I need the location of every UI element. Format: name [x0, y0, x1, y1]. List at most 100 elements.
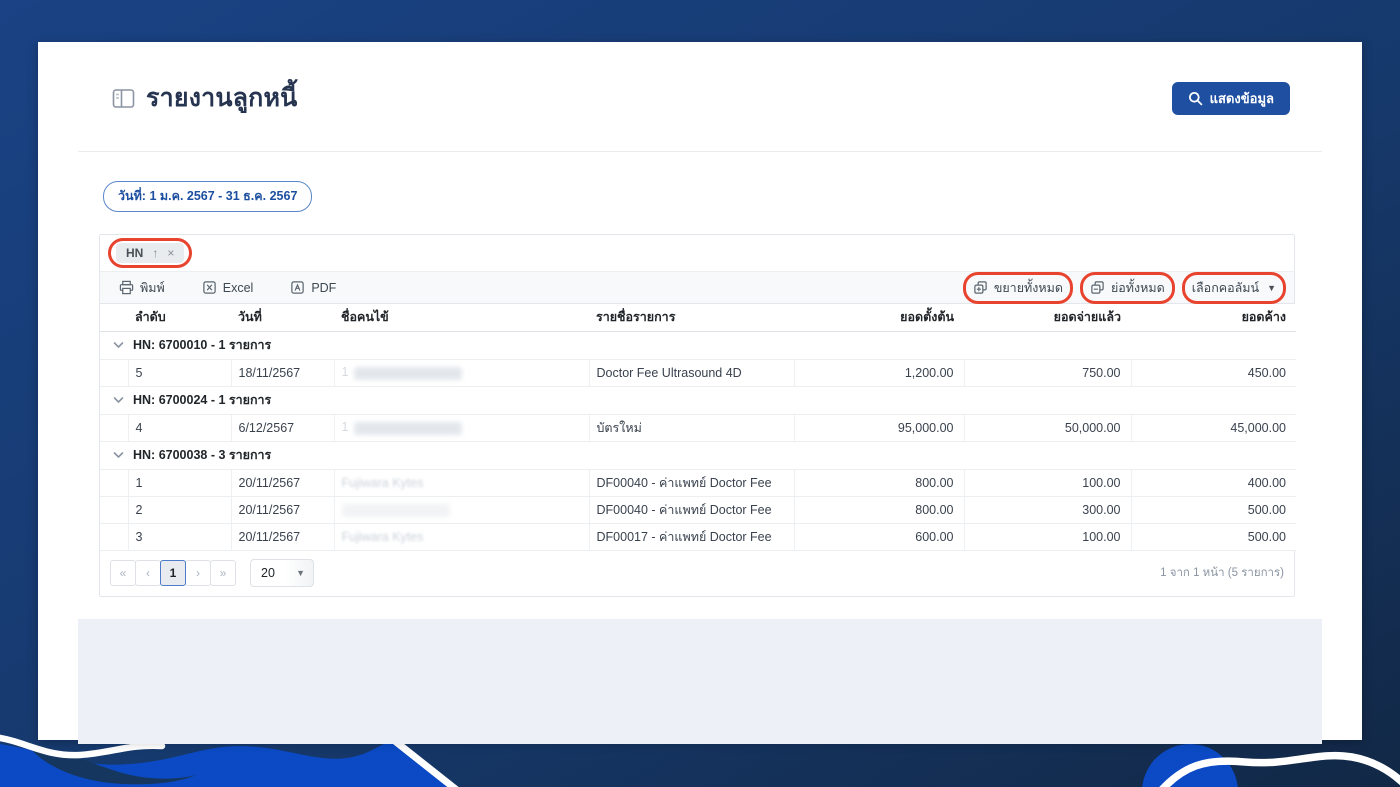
expand-all-button[interactable]: ขยายทั้งหมด [966, 275, 1070, 301]
page-size-select[interactable]: 20 ▼ [250, 559, 314, 587]
seq-cell: 4 [128, 414, 231, 441]
expander-cell [100, 469, 128, 496]
item-cell: DF00040 - ค่าแพทย์ Doctor Fee [589, 469, 794, 496]
last-page-button[interactable]: » [210, 560, 236, 586]
expander-cell [100, 414, 128, 441]
sort-asc-icon[interactable]: ↑ [152, 246, 158, 260]
footer-panel [78, 619, 1322, 744]
table-toolbar: พิมพ์ Excel PDF [100, 272, 1294, 304]
column-header[interactable]: ลำดับ [128, 304, 231, 331]
start-amount-cell: 800.00 [794, 496, 964, 523]
paid-amount-cell: 300.00 [964, 496, 1131, 523]
date-cell: 20/11/2567 [231, 469, 334, 496]
remove-group-icon[interactable]: × [167, 246, 174, 260]
excel-file-icon [202, 280, 217, 295]
group-by-hn-chip[interactable]: HN ↑ × [116, 243, 184, 263]
page-size-value: 20 [261, 566, 275, 580]
patient-name-blur [354, 367, 462, 380]
column-header[interactable]: วันที่ [231, 304, 334, 331]
current-page-button[interactable]: 1 [160, 560, 186, 586]
patient-name-fragment: 1 [342, 365, 349, 379]
start-amount-cell: 95,000.00 [794, 414, 964, 441]
debtor-table: ลำดับวันที่ชื่อคนไข้รายชื่อรายการยอดตั้ง… [100, 304, 1296, 551]
item-cell: Doctor Fee Ultrasound 4D [589, 359, 794, 386]
show-data-button[interactable]: แสดงข้อมูล [1172, 82, 1290, 115]
patient-name-blur [342, 504, 450, 517]
chevron-down-icon: ▼ [1267, 283, 1276, 293]
collapse-all-button[interactable]: ย่อทั้งหมด [1083, 275, 1172, 301]
seq-cell: 1 [128, 469, 231, 496]
next-page-button[interactable]: › [185, 560, 211, 586]
export-excel-button[interactable]: Excel [197, 277, 259, 298]
annotation-select-columns: เลือกคอลัมน์ ▼ [1182, 272, 1286, 304]
expander-cell [100, 523, 128, 550]
export-pdf-button[interactable]: PDF [285, 277, 341, 298]
pagination-controls: « ‹ 1 › » 20 ▼ [110, 559, 314, 587]
expander-column-header [100, 304, 128, 331]
prev-page-button[interactable]: ‹ [135, 560, 161, 586]
seq-cell: 3 [128, 523, 231, 550]
paid-amount-cell: 750.00 [964, 359, 1131, 386]
pagination-row: « ‹ 1 › » 20 ▼ 1 จาก 1 หน้า (5 รายการ) [100, 551, 1294, 596]
pdf-file-icon [290, 280, 305, 295]
group-header-row[interactable]: HN: 6700038 - 3 รายการ [100, 441, 1296, 469]
start-amount-cell: 600.00 [794, 523, 964, 550]
annotation-expand-all: ขยายทั้งหมด [963, 272, 1073, 304]
expander-cell [100, 496, 128, 523]
group-chevron-icon[interactable] [113, 341, 124, 349]
annotation-hn-chip: HN ↑ × [108, 238, 192, 268]
table-header-row: ลำดับวันที่ชื่อคนไข้รายชื่อรายการยอดตั้ง… [100, 304, 1296, 331]
date-cell: 18/11/2567 [231, 359, 334, 386]
group-chevron-icon[interactable] [113, 396, 124, 404]
table-row: 220/11/2567DF00040 - ค่าแพทย์ Doctor Fee… [100, 496, 1296, 523]
seq-cell: 2 [128, 496, 231, 523]
due-amount-cell: 500.00 [1131, 523, 1296, 550]
print-label: พิมพ์ [140, 278, 165, 298]
paid-amount-cell: 100.00 [964, 469, 1131, 496]
patient-cell: Fujiwara Kytes [334, 469, 589, 496]
select-columns-dropdown[interactable]: เลือกคอลัมน์ ▼ [1185, 275, 1283, 301]
patient-cell: 1 [334, 414, 589, 441]
due-amount-cell: 450.00 [1131, 359, 1296, 386]
annotation-collapse-all: ย่อทั้งหมด [1080, 272, 1175, 304]
hn-chip-label: HN [126, 246, 143, 260]
item-cell: DF00040 - ค่าแพทย์ Doctor Fee [589, 496, 794, 523]
patient-cell [334, 496, 589, 523]
group-chip-row: HN ↑ × [100, 235, 1294, 272]
print-button[interactable]: พิมพ์ [114, 275, 170, 301]
column-header[interactable]: รายชื่อรายการ [589, 304, 794, 331]
date-range-chip[interactable]: วันที่: 1 ม.ค. 2567 - 31 ธ.ค. 2567 [103, 181, 312, 212]
due-amount-cell: 500.00 [1131, 496, 1296, 523]
due-amount-cell: 45,000.00 [1131, 414, 1296, 441]
patient-cell: 1 [334, 359, 589, 386]
page-title: รายงานลูกหนี้ [146, 78, 297, 118]
select-columns-label: เลือกคอลัมน์ [1192, 278, 1259, 298]
pdf-label: PDF [311, 281, 336, 295]
patient-name-blur [354, 422, 462, 435]
group-label: HN: 6700010 - 1 รายการ [133, 335, 271, 355]
item-cell: DF00017 - ค่าแพทย์ Doctor Fee [589, 523, 794, 550]
group-chevron-icon[interactable] [113, 451, 124, 459]
table-row: 320/11/2567Fujiwara KytesDF00017 - ค่าแพ… [100, 523, 1296, 550]
group-header-row[interactable]: HN: 6700024 - 1 รายการ [100, 386, 1296, 414]
show-data-label: แสดงข้อมูล [1210, 88, 1274, 109]
page-button-group: « ‹ 1 › » [110, 560, 236, 586]
table-row: 46/12/25671บัตรใหม่95,000.0050,000.0045,… [100, 414, 1296, 441]
due-amount-cell: 400.00 [1131, 469, 1296, 496]
toolbar-left: พิมพ์ Excel PDF [114, 275, 341, 301]
group-header-row[interactable]: HN: 6700010 - 1 รายการ [100, 331, 1296, 359]
report-icon [112, 87, 135, 110]
table-row: 518/11/25671Doctor Fee Ultrasound 4D1,20… [100, 359, 1296, 386]
column-header[interactable]: ยอดค้าง [1131, 304, 1296, 331]
title-wrap: รายงานลูกหนี้ [112, 78, 297, 118]
excel-label: Excel [223, 281, 254, 295]
first-page-button[interactable]: « [110, 560, 136, 586]
column-header[interactable]: ยอดตั้งต้น [794, 304, 964, 331]
column-header[interactable]: ชื่อคนไข้ [334, 304, 589, 331]
select-chevron-icon: ▼ [296, 568, 305, 578]
printer-icon [119, 280, 134, 295]
group-label: HN: 6700038 - 3 รายการ [133, 445, 271, 465]
date-cell: 6/12/2567 [231, 414, 334, 441]
pagination-summary: 1 จาก 1 หน้า (5 รายการ) [1160, 564, 1284, 582]
column-header[interactable]: ยอดจ่ายแล้ว [964, 304, 1131, 331]
